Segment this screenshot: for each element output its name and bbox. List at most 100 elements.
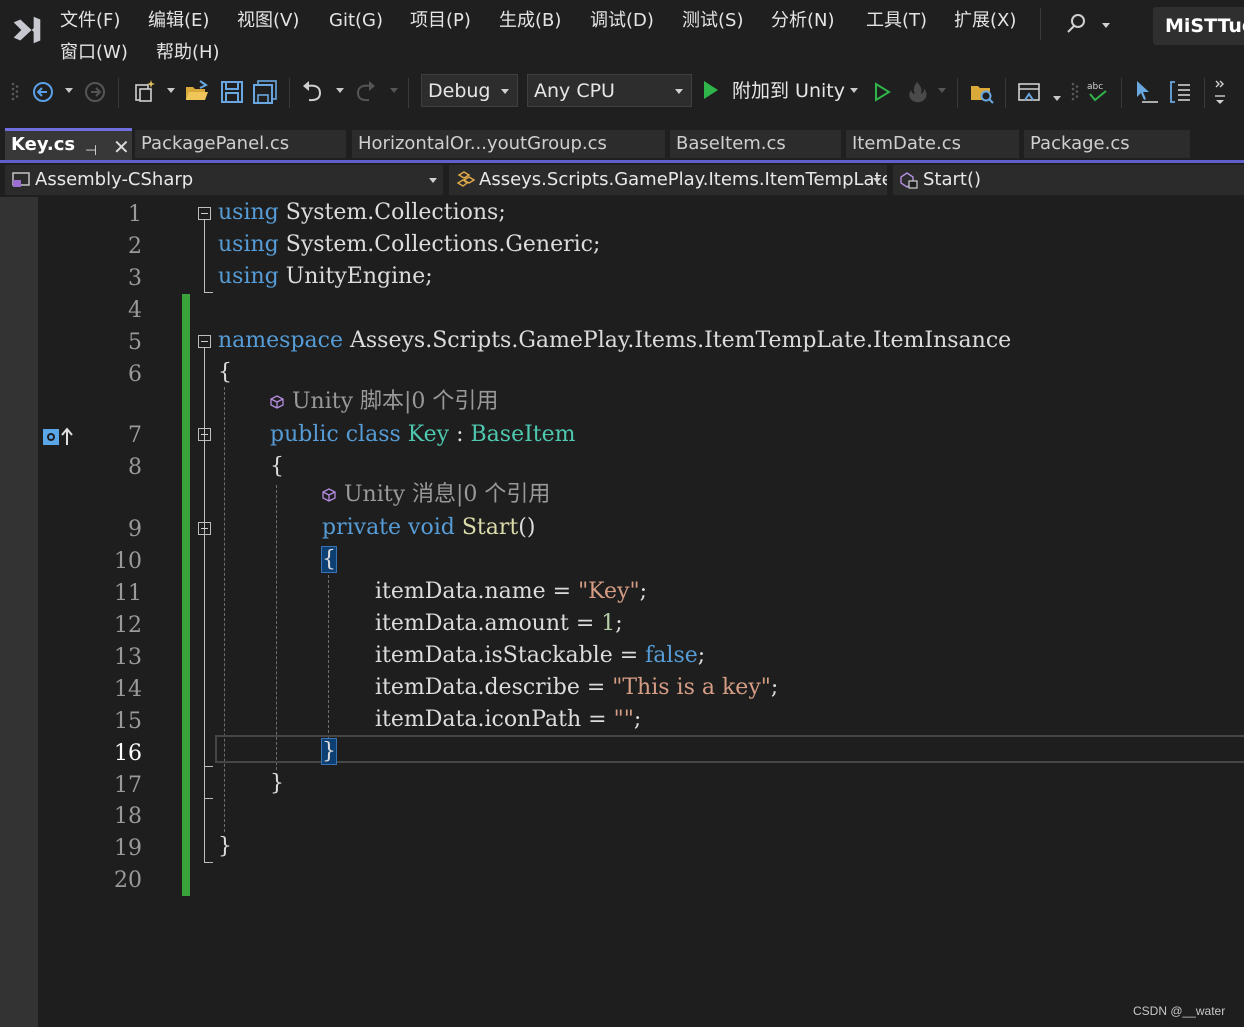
line-number: 10 bbox=[114, 549, 142, 574]
codelens-text: Unity 脚本|0 个引用 bbox=[292, 389, 499, 414]
undo-icon[interactable] bbox=[298, 78, 326, 106]
code-editor[interactable]: 1 2 3 4 5 6 7 8 9 10 11 12 13 14 15 16 1… bbox=[0, 197, 1244, 1027]
spell-check-icon[interactable]: abc bbox=[1084, 78, 1112, 106]
menu-window[interactable]: 窗口(W) bbox=[60, 41, 128, 65]
line-number: 3 bbox=[128, 266, 142, 291]
line-number: 2 bbox=[128, 234, 142, 259]
code-line-15: itemData.iconPath = ""; bbox=[375, 705, 641, 735]
code-line-9: private void Start() bbox=[322, 513, 535, 543]
menu-test[interactable]: 测试(S) bbox=[682, 9, 743, 33]
menu-analyze[interactable]: 分析(N) bbox=[771, 9, 835, 33]
new-project-dropdown-caret-icon[interactable] bbox=[167, 88, 175, 93]
codelens-class-references[interactable]: Unity 脚本|0 个引用 bbox=[270, 387, 498, 417]
toolbar-grip-icon[interactable] bbox=[8, 78, 22, 106]
line-number: 14 bbox=[114, 677, 142, 702]
tab-package-cs[interactable]: Package.cs bbox=[1024, 130, 1190, 158]
collapse-region-icon[interactable] bbox=[198, 522, 211, 535]
menu-help[interactable]: 帮助(H) bbox=[156, 41, 220, 65]
type-dropdown[interactable]: Asseys.Scripts.GamePlay.Items.ItemTempLa… bbox=[449, 165, 887, 195]
hot-reload-dropdown-caret-icon[interactable] bbox=[938, 88, 946, 93]
menu-project[interactable]: 项目(P) bbox=[410, 9, 471, 33]
solution-configuration-dropdown[interactable]: Debug bbox=[421, 74, 518, 107]
tab-packagepanel-cs[interactable]: PackagePanel.cs bbox=[135, 130, 346, 158]
find-in-files-icon[interactable] bbox=[968, 78, 996, 106]
menu-bar: 文件(F) 编辑(E) 视图(V) Git(G) 项目(P) 生成(B) 调试(… bbox=[0, 0, 1244, 70]
menu-tools[interactable]: 工具(T) bbox=[866, 9, 927, 33]
line-number: 7 bbox=[128, 423, 142, 448]
line-number: 20 bbox=[114, 868, 142, 893]
collapse-region-icon[interactable] bbox=[198, 335, 211, 348]
account-badge[interactable]: MiSTTuo bbox=[1153, 7, 1244, 45]
keyword: class bbox=[345, 422, 401, 447]
code-line-13: itemData.isStackable = false; bbox=[375, 641, 705, 671]
solution-platform-dropdown[interactable]: Any CPU bbox=[527, 74, 692, 107]
open-file-icon[interactable] bbox=[183, 78, 211, 106]
code-line-2: using System.Collections.Generic; bbox=[218, 230, 600, 260]
tab-horizontal-layout-group-cs[interactable]: HorizontalOr...youtGroup.cs bbox=[352, 130, 665, 158]
keyword: using bbox=[218, 200, 279, 225]
attach-to-unity-button[interactable]: 附加到 Unity bbox=[704, 76, 845, 106]
window-layout-icon[interactable] bbox=[1016, 78, 1044, 106]
line-number: 9 bbox=[128, 517, 142, 542]
outline-guide bbox=[204, 348, 205, 862]
menu-debug[interactable]: 调试(D) bbox=[590, 9, 654, 33]
attach-dropdown-caret-icon[interactable] bbox=[850, 88, 858, 93]
code-line-10: { bbox=[321, 545, 337, 575]
save-icon[interactable] bbox=[218, 78, 246, 106]
tab-key-cs[interactable]: Key.cs ⊣ ✕ bbox=[5, 128, 132, 160]
redo-icon[interactable] bbox=[352, 78, 380, 106]
matched-brace: { bbox=[321, 546, 337, 573]
line-number: 1 bbox=[128, 202, 142, 227]
menu-git[interactable]: Git(G) bbox=[329, 9, 383, 33]
code-line-7: public class Key : BaseItem bbox=[270, 420, 576, 450]
string-literal: "This is a key" bbox=[612, 675, 771, 700]
redo-dropdown-caret-icon[interactable] bbox=[390, 88, 398, 93]
member-dropdown[interactable]: Start() bbox=[893, 165, 1244, 195]
navigate-back-icon[interactable] bbox=[30, 78, 58, 106]
method-name: Start bbox=[461, 515, 519, 540]
close-icon[interactable]: ✕ bbox=[113, 133, 130, 160]
unity-script-glyph-icon[interactable] bbox=[42, 426, 76, 448]
code-text: ; bbox=[615, 611, 623, 636]
hot-reload-icon[interactable] bbox=[903, 78, 931, 106]
collapse-region-icon[interactable] bbox=[198, 428, 211, 441]
tab-label: HorizontalOr...youtGroup.cs bbox=[358, 133, 607, 154]
navigate-forward-icon[interactable] bbox=[82, 78, 110, 106]
layout-dropdown-caret-icon[interactable] bbox=[1053, 96, 1061, 101]
menu-view[interactable]: 视图(V) bbox=[237, 9, 299, 33]
private-method-icon bbox=[900, 172, 918, 189]
toolbar-divider bbox=[1121, 78, 1122, 108]
matched-brace: } bbox=[321, 738, 337, 765]
back-dropdown-caret-icon[interactable] bbox=[65, 88, 73, 93]
menu-extensions[interactable]: 扩展(X) bbox=[954, 9, 1016, 33]
menu-file[interactable]: 文件(F) bbox=[60, 9, 120, 33]
menu-build[interactable]: 生成(B) bbox=[499, 9, 561, 33]
project-dropdown[interactable]: Assembly-CSharp bbox=[5, 165, 443, 195]
start-without-debugging-icon[interactable] bbox=[868, 78, 896, 106]
glyph-margin bbox=[38, 197, 98, 1027]
menu-edit[interactable]: 编辑(E) bbox=[148, 9, 209, 33]
tab-label: Key.cs bbox=[11, 134, 76, 155]
project-name: Assembly-CSharp bbox=[35, 169, 194, 190]
select-element-icon[interactable] bbox=[1132, 78, 1160, 106]
pin-icon[interactable]: ⊣ bbox=[85, 137, 97, 160]
tab-label: PackagePanel.cs bbox=[141, 133, 290, 154]
toolbar-divider bbox=[289, 78, 290, 108]
outline-guide bbox=[204, 862, 213, 863]
line-number: 8 bbox=[128, 455, 142, 480]
toolbar-grip-icon[interactable] bbox=[1068, 78, 1082, 106]
unity-cube-icon bbox=[270, 395, 284, 409]
toolbar-overflow-icon[interactable] bbox=[1212, 78, 1232, 106]
codelens-method-references[interactable]: Unity 消息|0 个引用 bbox=[322, 480, 550, 510]
save-all-icon[interactable] bbox=[251, 78, 279, 106]
comment-format-icon[interactable] bbox=[1166, 78, 1194, 106]
collapse-region-icon[interactable] bbox=[198, 207, 211, 220]
search-icon[interactable] bbox=[1062, 9, 1112, 39]
tab-itemdate-cs[interactable]: ItemDate.cs bbox=[846, 130, 1019, 158]
code-line-19: } bbox=[218, 834, 232, 859]
code-line-16: } bbox=[321, 737, 337, 767]
new-project-icon[interactable] bbox=[131, 78, 159, 106]
visual-studio-logo-icon[interactable] bbox=[8, 11, 46, 49]
tab-baseitem-cs[interactable]: BaseItem.cs bbox=[670, 130, 841, 158]
undo-dropdown-caret-icon[interactable] bbox=[336, 88, 344, 93]
